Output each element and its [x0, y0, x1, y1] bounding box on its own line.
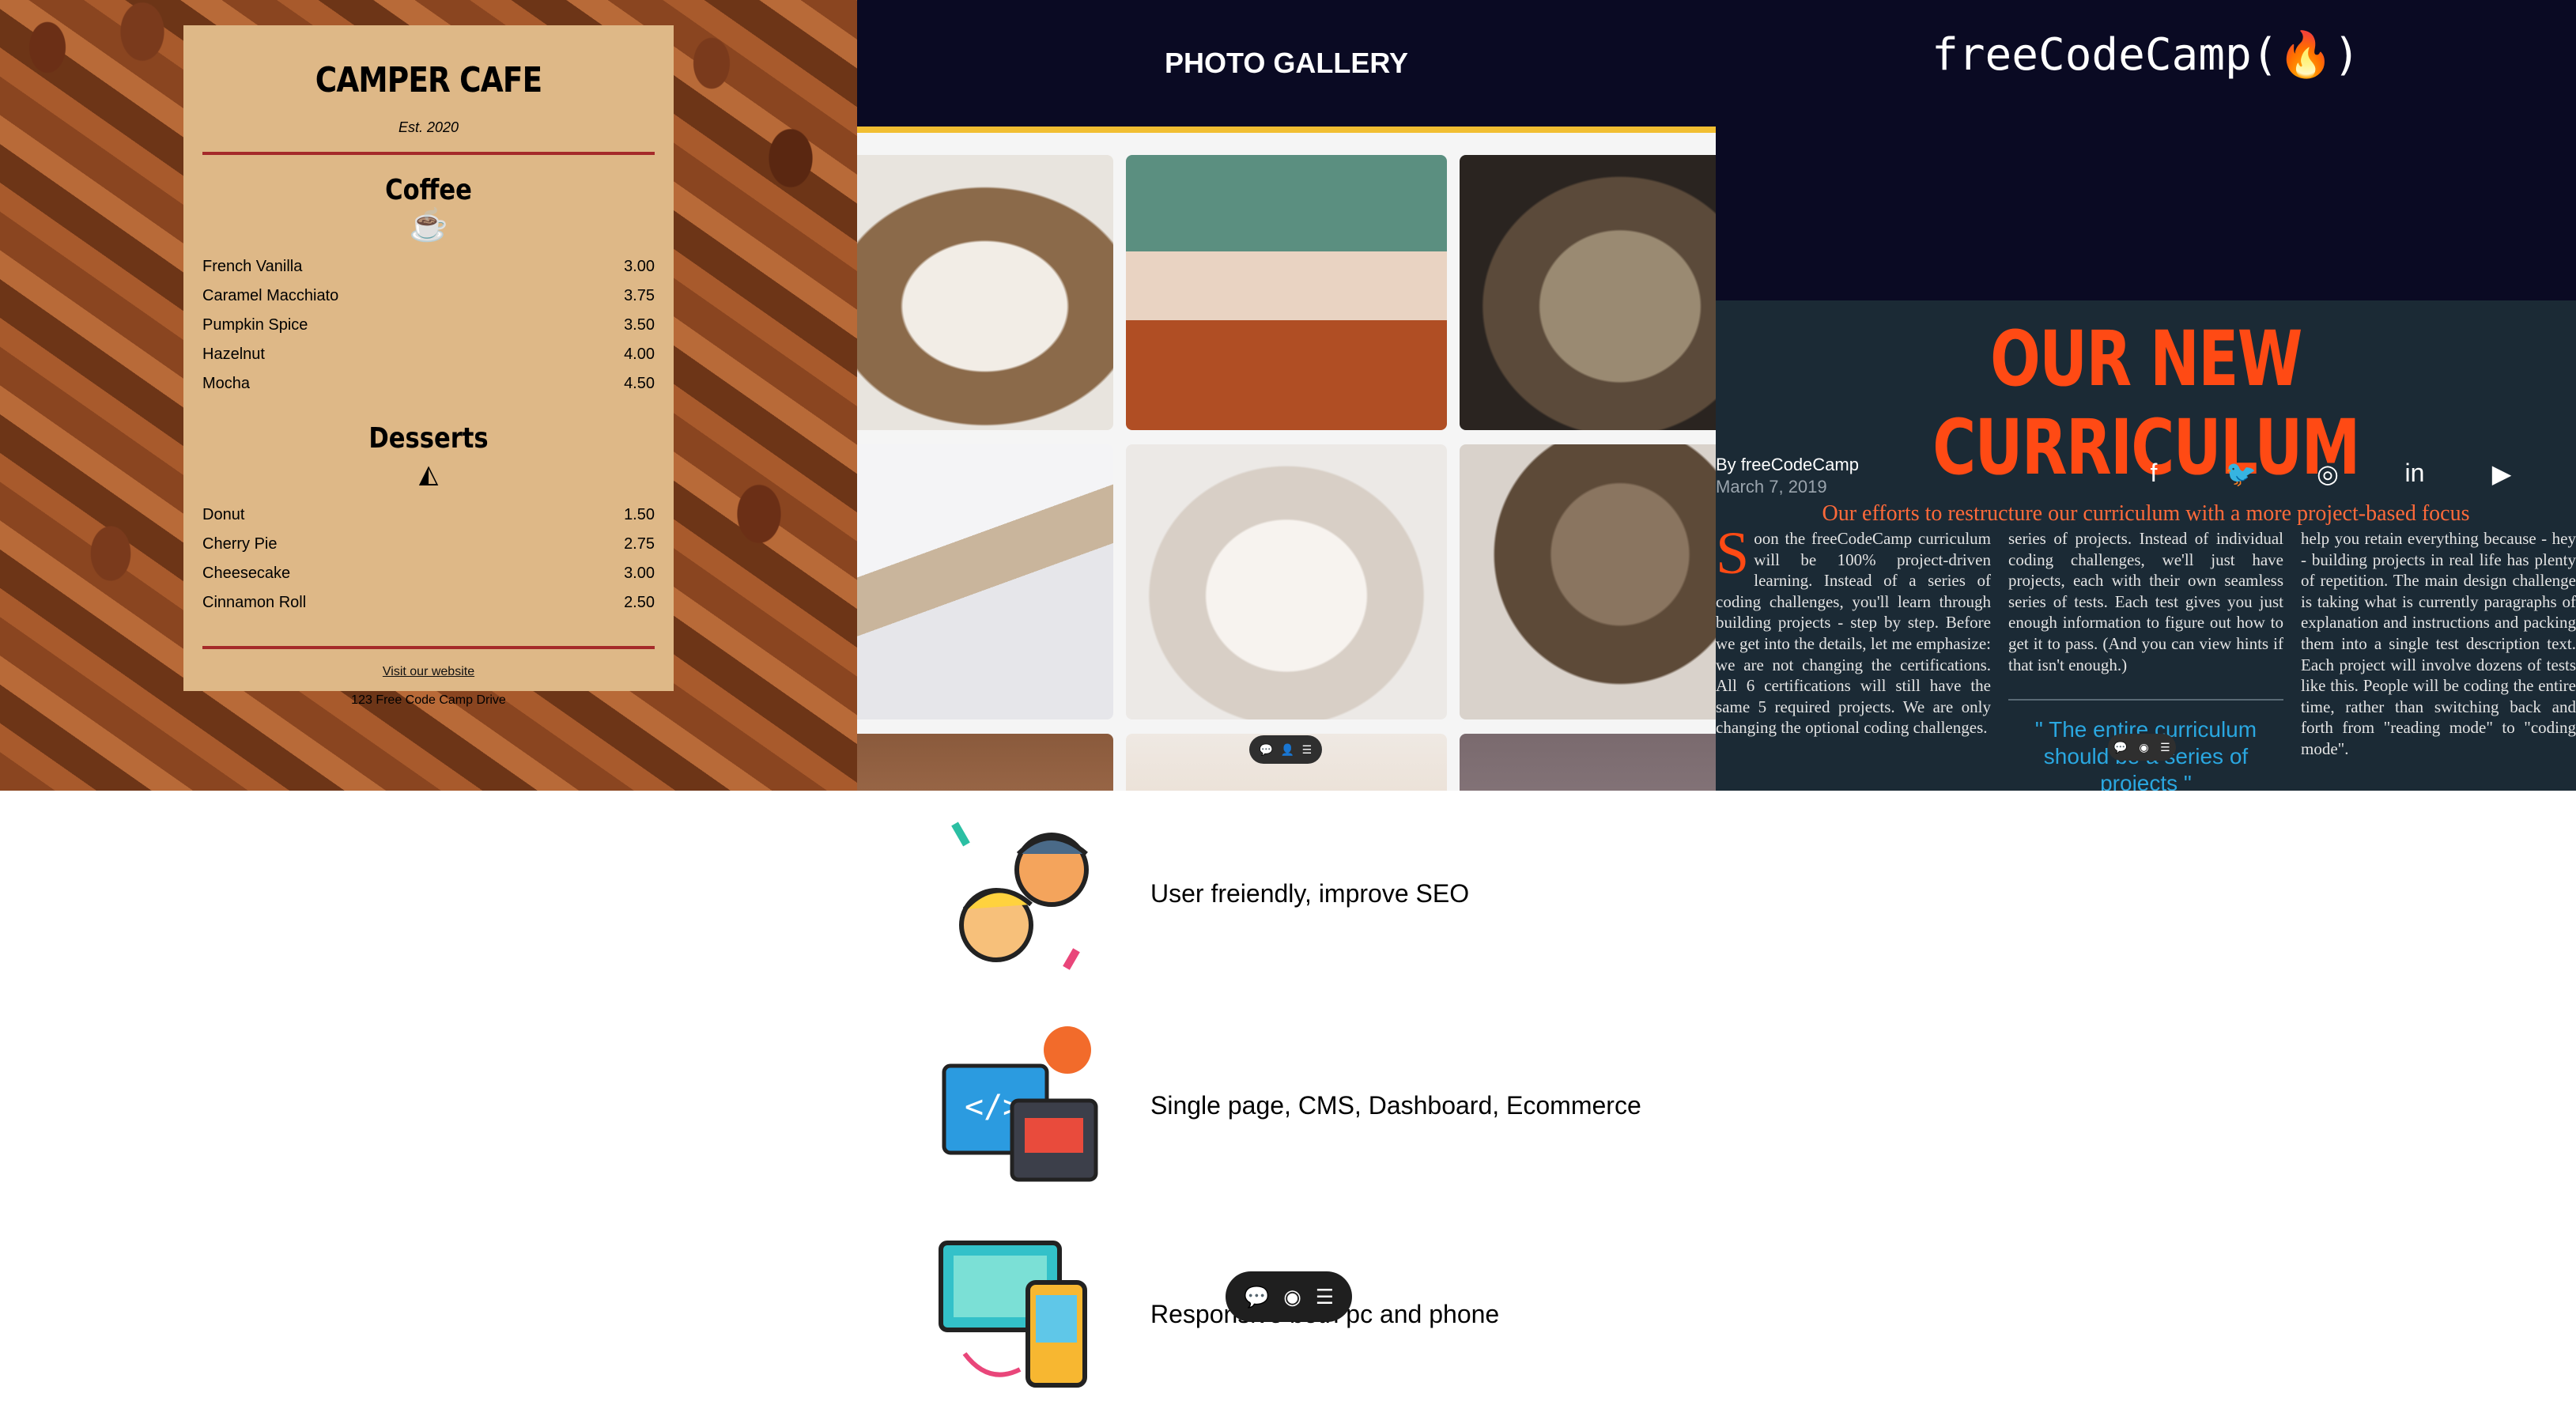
coffee-cup-icon: ☕ [409, 208, 448, 243]
item-price: 3.00 [624, 258, 655, 275]
menu-item: Cherry Pie 2.75 [202, 530, 655, 559]
menu-item: Donut 1.50 [202, 500, 655, 530]
item-name: Mocha [202, 375, 251, 392]
feature-item: Responsive both pc and phone [933, 1227, 1499, 1401]
article-column: help you retain everything because - hey… [2301, 528, 2576, 791]
item-name: Pumpkin Spice [202, 316, 308, 334]
eye-icon[interactable]: ◉ [1283, 1285, 1301, 1309]
gallery-image[interactable] [1460, 734, 1716, 791]
item-price: 3.75 [624, 287, 655, 304]
item-price: 3.00 [624, 565, 655, 582]
menu-icon[interactable]: ☰ [1302, 743, 1313, 757]
menu-icon[interactable]: ☰ [1316, 1285, 1334, 1309]
social-links: f 🐦 ◎ in ▶ [2138, 459, 2517, 489]
cafe-menu: CAMPER CAFE Est. 2020 Coffee ☕ French Va… [183, 25, 674, 707]
item-name: Caramel Macchiato [202, 287, 339, 304]
item-name: French Vanilla [202, 258, 303, 275]
website-link[interactable]: Visit our website [202, 665, 655, 679]
youtube-icon[interactable]: ▶ [2486, 459, 2517, 489]
gallery-image[interactable] [857, 734, 1113, 791]
happy-users-icon [933, 806, 1107, 980]
feature-text: User freiendly, improve SEO [1150, 878, 1470, 908]
item-name: Cherry Pie [202, 535, 278, 553]
item-price: 4.00 [624, 346, 655, 363]
comment-icon[interactable]: 💬 [2113, 741, 2127, 754]
column-text: oon the freeCodeCamp curriculum will be … [1716, 529, 1991, 738]
article-preview[interactable]: freeCodeCamp(🔥) OUR NEW CURRICULUM Our e… [1716, 0, 2576, 791]
item-price: 1.50 [624, 506, 655, 523]
article-subtitle: Our efforts to restructure our curriculu… [1822, 501, 2470, 526]
item-name: Hazelnut [202, 346, 265, 363]
item-name: Donut [202, 506, 245, 523]
item-price: 3.50 [624, 316, 655, 334]
item-price: 4.50 [624, 375, 655, 392]
menu-icon[interactable]: ☰ [2160, 741, 2170, 754]
drop-cap: S [1716, 520, 1750, 587]
floating-toolbar[interactable]: 💬 ◉ ☰ [1226, 1271, 1352, 1322]
gallery-image[interactable] [1126, 155, 1447, 430]
menu-item: Pumpkin Spice 3.50 [202, 311, 655, 340]
comment-icon[interactable]: 💬 [1244, 1285, 1269, 1309]
menu-item: French Vanilla 3.00 [202, 252, 655, 281]
facebook-icon[interactable]: f [2138, 459, 2170, 489]
coffee-heading: Coffee [385, 174, 472, 206]
menu-item: Cheesecake 3.00 [202, 559, 655, 588]
portfolio-showcase: CAMPER CAFE Est. 2020 Coffee ☕ French Va… [0, 0, 2576, 791]
gallery-preview[interactable]: PHOTO GALLERY 💬 👤 ☰ [857, 0, 1716, 791]
responsive-devices-icon [933, 1227, 1107, 1401]
cafe-est: Est. 2020 [398, 119, 459, 135]
person-icon[interactable]: 👤 [1281, 743, 1294, 757]
hover-toolbar[interactable]: 💬 👤 ☰ [1249, 735, 1322, 764]
item-price: 2.75 [624, 535, 655, 553]
article-meta: By freeCodeCamp March 7, 2019 [1716, 454, 1859, 498]
article-author: By freeCodeCamp [1716, 455, 1859, 474]
feature-item: </> Single page, CMS, Dashboard, Ecommer… [933, 1018, 1641, 1192]
cafe-title: CAMPER CAFE [315, 60, 542, 100]
cafe-address: 123 Free Code Camp Drive [351, 693, 506, 707]
gallery-image[interactable] [857, 444, 1113, 719]
eye-icon[interactable]: ◉ [2139, 741, 2148, 754]
gallery-header: PHOTO GALLERY [857, 0, 1716, 133]
article-column: S oon the freeCodeCamp curriculum will b… [1716, 520, 1991, 791]
hover-toolbar[interactable]: 💬 ◉ ☰ [2108, 734, 2176, 761]
item-price: 2.50 [624, 594, 655, 611]
gallery-title: PHOTO GALLERY [1164, 47, 1409, 79]
divider [202, 152, 655, 155]
menu-item: Caramel Macchiato 3.75 [202, 281, 655, 311]
column-text: help you retain everything because - hey… [2301, 529, 2576, 758]
menu-item: Cinnamon Roll 2.50 [202, 588, 655, 618]
menu-item: Mocha 4.50 [202, 369, 655, 398]
menu-item: Hazelnut 4.00 [202, 340, 655, 369]
gallery-image[interactable] [1460, 155, 1716, 430]
feature-item: User freiendly, improve SEO [933, 806, 1469, 980]
dessert-list: Donut 1.50 Cherry Pie 2.75 Cheesecake 3.00 Cin… [202, 500, 655, 618]
fcc-header: freeCodeCamp(🔥) [1716, 0, 2576, 300]
linkedin-icon[interactable]: in [2399, 459, 2431, 489]
coffee-list: French Vanilla 3.00 Caramel Macchiato 3.75 P… [202, 252, 655, 398]
article-date: March 7, 2019 [1716, 477, 1827, 497]
gallery-image[interactable] [1126, 444, 1447, 719]
gallery-image[interactable] [857, 155, 1113, 430]
divider [202, 646, 655, 649]
desserts-heading: Desserts [368, 422, 489, 455]
comment-icon[interactable]: 💬 [1260, 743, 1273, 757]
fcc-logo: freeCodeCamp(🔥) [1932, 29, 2360, 81]
cafe-preview[interactable]: CAMPER CAFE Est. 2020 Coffee ☕ French Va… [0, 0, 857, 791]
pie-slice-icon: ◭ [418, 459, 439, 488]
item-name: Cinnamon Roll [202, 594, 307, 611]
web-dashboard-icon: </> [933, 1018, 1107, 1192]
item-name: Cheesecake [202, 565, 291, 582]
feature-text: Single page, CMS, Dashboard, Ecommerce [1150, 1090, 1641, 1120]
gallery-image[interactable] [1460, 444, 1716, 719]
column-text: series of projects. Instead of individua… [2008, 529, 2283, 674]
instagram-icon[interactable]: ◎ [2312, 459, 2344, 489]
twitter-icon[interactable]: 🐦 [2225, 459, 2257, 489]
